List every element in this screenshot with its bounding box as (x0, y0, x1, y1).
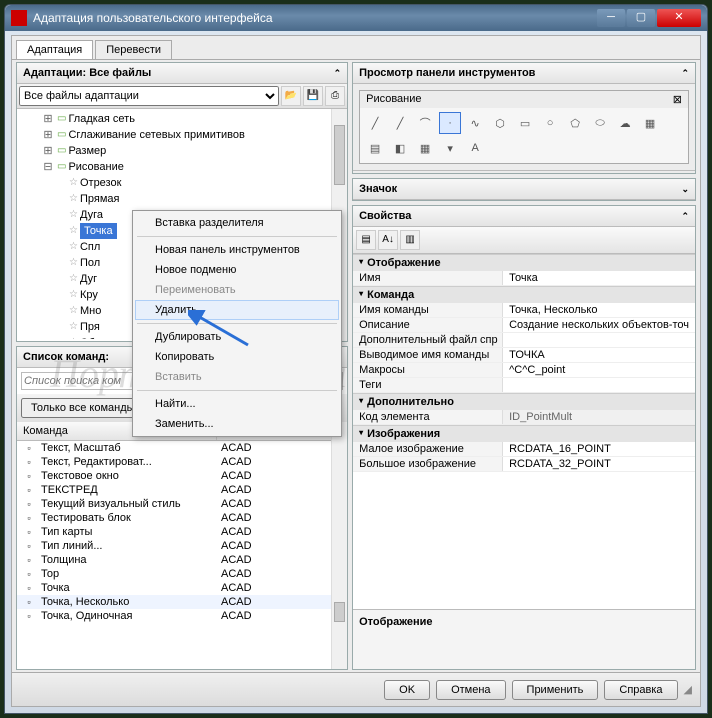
command-row[interactable]: ▫Точка, НесколькоACAD (17, 595, 347, 609)
commandlist-title: Список команд: (23, 351, 109, 363)
collapse-icon[interactable]: ⌃ (681, 68, 689, 79)
files-combo[interactable]: Все файлы адаптации (19, 86, 279, 106)
preview-close-icon[interactable]: ⊠ (673, 93, 682, 106)
tool-table-icon[interactable]: ▦ (414, 137, 436, 159)
tree-selected-item[interactable]: Точка (80, 223, 117, 239)
property-grid[interactable]: Отображение ИмяТочка Команда Имя команды… (353, 254, 695, 472)
command-row[interactable]: ▫ТорACAD (17, 567, 347, 581)
tool-ray-icon[interactable]: ╱ (389, 112, 411, 134)
expand-icon[interactable]: ⌄ (681, 184, 689, 195)
properties-title: Свойства (359, 210, 411, 222)
tool-point-icon[interactable]: · (439, 112, 461, 134)
command-row[interactable]: ▫ТочкаACAD (17, 581, 347, 595)
ctx-replace[interactable]: Заменить... (135, 414, 339, 434)
window-title: Адаптация пользовательского интерфейса (33, 11, 597, 25)
close-button[interactable]: ✕ (657, 9, 701, 27)
command-row[interactable]: ▫Текст, МасштабACAD (17, 441, 347, 455)
cmdlist-scrollbar[interactable] (331, 422, 347, 669)
tool-hatch-icon[interactable]: ▤ (364, 137, 386, 159)
save-icon[interactable]: 💾 (303, 86, 323, 106)
tool-text-icon[interactable]: A (464, 137, 486, 159)
command-row[interactable]: ▫ТЕКСТРЕДACAD (17, 483, 347, 497)
app-icon (11, 10, 27, 26)
main-tabs: Адаптация Перевести (12, 36, 700, 60)
tool-circle-icon[interactable]: ○ (539, 112, 561, 134)
tool-spline-icon[interactable]: ∿ (464, 112, 486, 134)
preview-title: Просмотр панели инструментов (359, 67, 535, 79)
ctx-paste: Вставить (135, 367, 339, 387)
tool-polygon-icon[interactable]: ⬠ (564, 112, 586, 134)
command-row[interactable]: ▫Тестировать блокACAD (17, 511, 347, 525)
open-icon[interactable]: 📂 (281, 86, 301, 106)
ctx-delete[interactable]: Удалить (135, 300, 339, 320)
ctx-find[interactable]: Найти... (135, 394, 339, 414)
icon-section-title: Значок (359, 183, 397, 195)
ctx-insert-separator[interactable]: Вставка разделителя (135, 213, 339, 233)
bottom-help-title: Отображение (359, 616, 432, 628)
tool-ic16[interactable]: ▾ (439, 137, 461, 159)
resize-grip-icon[interactable]: ◢ (684, 683, 692, 696)
context-menu: Вставка разделителя Новая панель инструм… (132, 210, 342, 437)
command-row[interactable]: ▫Текущий визуальный стильACAD (17, 497, 347, 511)
command-row[interactable]: ▫Тип картыACAD (17, 525, 347, 539)
ok-button[interactable]: OK (384, 680, 430, 700)
collapse-icon[interactable]: ⌃ (334, 68, 342, 79)
help-button[interactable]: Справка (604, 680, 677, 700)
ctx-new-toolbar[interactable]: Новая панель инструментов (135, 240, 339, 260)
tool-rect-icon[interactable]: ▭ (514, 112, 536, 134)
categorized-icon[interactable]: ▤ (356, 230, 376, 250)
minimize-button[interactable]: ─ (597, 9, 625, 27)
tool-region-icon[interactable]: ▦ (639, 112, 661, 134)
only-all-commands-button[interactable]: Только все команды (21, 398, 145, 418)
command-row[interactable]: ▫Текстовое окноACAD (17, 469, 347, 483)
titlebar: Адаптация пользовательского интерфейса ─… (5, 5, 707, 31)
tool-ic14[interactable]: ◧ (389, 137, 411, 159)
alphabetical-icon[interactable]: A↓ (378, 230, 398, 250)
preview-panel-name: Рисование (366, 93, 421, 106)
tool-cloud-icon[interactable]: ☁ (614, 112, 636, 134)
ctx-rename: Переименовать (135, 280, 339, 300)
command-row[interactable]: ▫Тип линий...ACAD (17, 539, 347, 553)
tool-polyline-icon[interactable]: ⬡ (489, 112, 511, 134)
tool-ellipse-icon[interactable]: ⬭ (589, 112, 611, 134)
command-row[interactable]: ▫Точка, ОдиночнаяACAD (17, 609, 347, 623)
tab-adaptation[interactable]: Адаптация (16, 40, 93, 59)
command-row[interactable]: ▫Текст, Редактироват...ACAD (17, 455, 347, 469)
ctx-copy[interactable]: Копировать (135, 347, 339, 367)
ctx-duplicate[interactable]: Дублировать (135, 327, 339, 347)
adaptations-title: Адаптации: Все файлы (23, 67, 151, 79)
props-icon[interactable]: ▥ (400, 230, 420, 250)
apply-button[interactable]: Применить (512, 680, 599, 700)
save-all-icon[interactable]: ⎙ (325, 86, 345, 106)
tool-arc-icon[interactable]: ⌒ (414, 112, 436, 134)
tab-translate[interactable]: Перевести (95, 40, 172, 59)
maximize-button[interactable]: ▢ (627, 9, 655, 27)
toolbar-preview: ╱ ╱ ⌒ · ∿ ⬡ ▭ ○ ⬠ ⬭ (360, 108, 688, 163)
tool-line-icon[interactable]: ╱ (364, 112, 386, 134)
collapse-icon[interactable]: ⌃ (681, 211, 689, 222)
command-row[interactable]: ▫ТолщинаACAD (17, 553, 347, 567)
ctx-new-submenu[interactable]: Новое подменю (135, 260, 339, 280)
cancel-button[interactable]: Отмена (436, 680, 505, 700)
